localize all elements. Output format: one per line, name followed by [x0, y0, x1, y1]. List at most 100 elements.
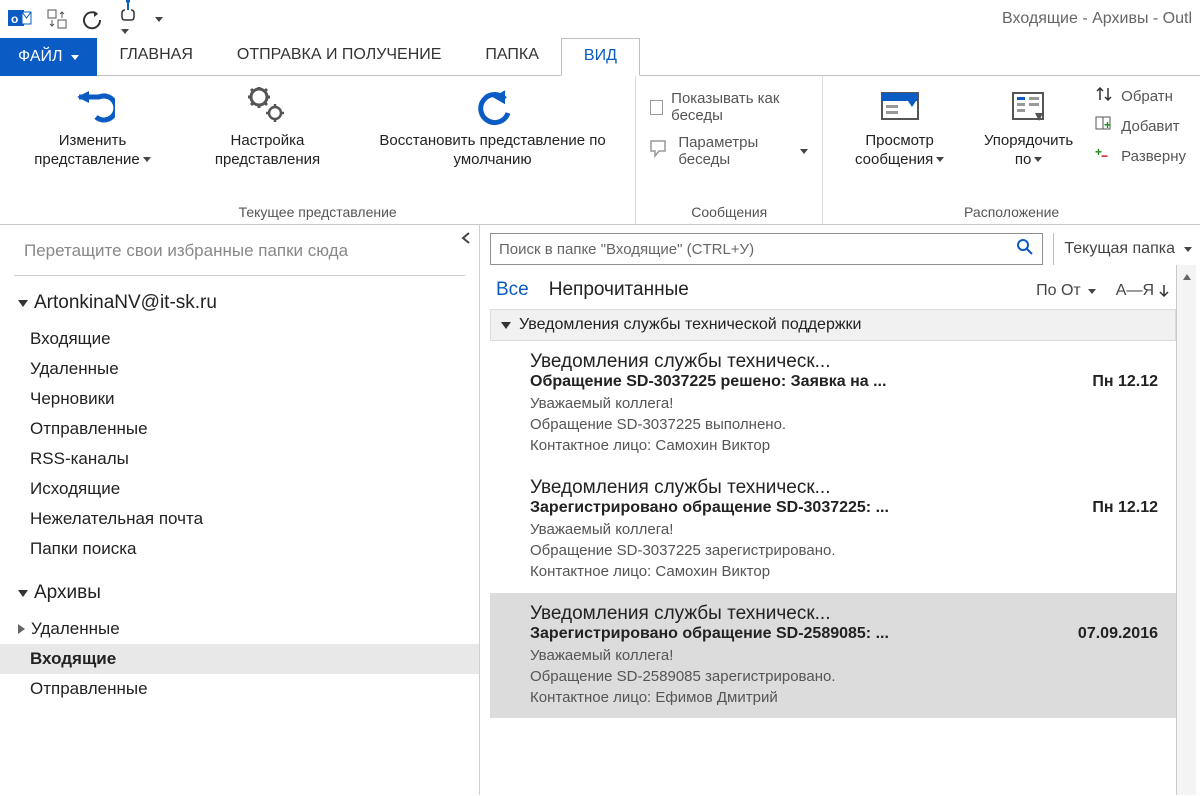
- tab-view[interactable]: ВИД: [561, 38, 640, 76]
- chevron-down-icon: [800, 149, 808, 154]
- add-columns-icon: +: [1095, 116, 1113, 136]
- add-columns-button[interactable]: + Добавит: [1095, 116, 1186, 136]
- ribbon: Изменить представление Настройка предста…: [0, 75, 1200, 225]
- message-preview: Уважаемый коллега! Обращение SD-2589085 …: [530, 645, 1158, 708]
- change-view-label: Изменить представление: [14, 132, 171, 170]
- search-placeholder: Поиск в папке "Входящие" (CTRL+У): [499, 241, 1008, 258]
- ribbon-tabs: ФАЙЛ ГЛАВНАЯ ОТПРАВКА И ПОЛУЧЕНИЕ ПАПКА …: [0, 38, 1200, 76]
- svg-text:o: o: [11, 12, 18, 26]
- folder-sent[interactable]: Отправленные: [0, 414, 479, 444]
- checkbox-icon: [650, 100, 663, 115]
- message-item[interactable]: Уведомления службы техническ... Обращени…: [490, 341, 1176, 467]
- send-receive-icon[interactable]: [46, 8, 68, 30]
- reset-view-button[interactable]: Восстановить представление по умолчанию: [364, 84, 621, 170]
- change-view-button[interactable]: Изменить представление: [14, 84, 171, 170]
- qat-customize-icon[interactable]: [152, 10, 163, 27]
- folder-rss[interactable]: RSS-каналы: [0, 444, 479, 474]
- archive-folder-deleted[interactable]: Удаленные: [0, 614, 479, 644]
- expand-collapse-label: Разверну: [1121, 148, 1186, 165]
- arrow-down-icon: [1158, 284, 1170, 298]
- chevron-down-icon: [1184, 247, 1192, 252]
- account-header[interactable]: ArtonkinaNV@it-sk.ru: [0, 286, 479, 324]
- scroll-up-icon[interactable]: [1179, 269, 1195, 285]
- sort-by-from[interactable]: По От: [1036, 282, 1096, 300]
- folder-inbox[interactable]: Входящие: [0, 324, 479, 354]
- filter-unread[interactable]: Непрочитанные: [549, 279, 689, 301]
- tab-folder[interactable]: ПАПКА: [463, 38, 560, 76]
- sort-by-from-label: По От: [1036, 282, 1081, 300]
- search-input[interactable]: Поиск в папке "Входящие" (CTRL+У): [490, 233, 1043, 265]
- tab-home[interactable]: ГЛАВНАЯ: [97, 38, 214, 76]
- folder-drafts[interactable]: Черновики: [0, 384, 479, 414]
- folder-outbox[interactable]: Исходящие: [0, 474, 479, 504]
- message-item[interactable]: Уведомления службы техническ... Зарегист…: [490, 593, 1176, 719]
- reverse-sort-button[interactable]: Обратн: [1095, 86, 1186, 106]
- reverse-sort-label: Обратн: [1121, 88, 1173, 105]
- expand-collapse-button[interactable]: +− Разверну: [1095, 146, 1186, 166]
- group-current-view: Изменить представление Настройка предста…: [0, 76, 636, 224]
- reset-view-icon: [471, 84, 515, 130]
- archive-folder-sent[interactable]: Отправленные: [0, 674, 479, 704]
- arrange-by-button[interactable]: Упорядочить по: [982, 84, 1075, 170]
- window-title: Входящие - Архивы - Outl: [1002, 10, 1192, 28]
- search-icon[interactable]: [1016, 238, 1034, 260]
- add-columns-label: Добавит: [1121, 118, 1179, 135]
- message-group-label: Уведомления службы технической поддержки: [519, 316, 861, 334]
- folder-junk[interactable]: Нежелательная почта: [0, 504, 479, 534]
- archive-folder-deleted-label: Удаленные: [31, 619, 120, 639]
- message-item[interactable]: Уведомления службы техническ... Зарегист…: [490, 467, 1176, 593]
- message-preview-button[interactable]: Просмотр сообщения: [837, 84, 962, 170]
- arrange-by-label: Упорядочить по: [982, 132, 1075, 170]
- group-arrangement-label: Расположение: [964, 202, 1059, 224]
- folder-deleted[interactable]: Удаленные: [0, 354, 479, 384]
- chevron-down-icon: [18, 590, 28, 597]
- message-subject: Обращение SD-3037225 решено: Заявка на .…: [530, 373, 1080, 391]
- chevron-down-icon: [501, 322, 511, 329]
- group-messages-label: Сообщения: [691, 202, 767, 224]
- group-arrangement: Просмотр сообщения Упорядочить по Обратн…: [823, 76, 1200, 224]
- archives-header[interactable]: Архивы: [0, 564, 479, 614]
- message-preview-label: Просмотр сообщения: [837, 132, 962, 170]
- show-as-conversations-checkbox[interactable]: Показывать как беседы: [650, 90, 808, 124]
- folder-search[interactable]: Папки поиска: [0, 534, 479, 564]
- chevron-down-icon: [1034, 157, 1042, 162]
- scrollbar[interactable]: [1176, 265, 1196, 795]
- touch-mode-icon[interactable]: [118, 0, 138, 39]
- chevron-down-icon: [1088, 289, 1096, 294]
- body: Перетащите свои избранные папки сюда Art…: [0, 225, 1200, 795]
- message-from: Уведомления службы техническ...: [530, 477, 1158, 499]
- outlook-icon: o: [8, 8, 32, 30]
- reverse-sort-icon: [1095, 86, 1113, 106]
- group-messages: Показывать как беседы Параметры беседы С…: [636, 76, 823, 224]
- reset-view-label: Восстановить представление по умолчанию: [364, 132, 621, 170]
- search-bar: Поиск в папке "Входящие" (CTRL+У) Текуща…: [490, 233, 1196, 265]
- undo-icon[interactable]: [82, 8, 104, 30]
- conversation-settings-button[interactable]: Параметры беседы: [650, 134, 808, 168]
- search-scope-label: Текущая папка: [1064, 240, 1175, 258]
- chevron-down-icon: [936, 157, 944, 162]
- divider: [14, 275, 465, 276]
- search-scope-dropdown[interactable]: Текущая папка: [1064, 233, 1196, 265]
- view-settings-label: Настройка представления: [191, 132, 344, 170]
- message-subject: Зарегистрировано обращение SD-3037225: .…: [530, 499, 1080, 517]
- tab-file[interactable]: ФАЙЛ: [0, 38, 97, 76]
- account-email: ArtonkinaNV@it-sk.ru: [34, 292, 217, 314]
- quick-access-toolbar: o Входящие - Архивы - Outl: [0, 0, 1200, 38]
- favorites-hint: Перетащите свои избранные папки сюда: [0, 231, 479, 275]
- collapse-pane-icon[interactable]: [459, 231, 473, 249]
- message-date: Пн 12.12: [1092, 373, 1158, 391]
- message-from: Уведомления службы техническ...: [530, 351, 1158, 373]
- archive-folder-inbox[interactable]: Входящие: [0, 644, 479, 674]
- tab-send-receive[interactable]: ОТПРАВКА И ПОЛУЧЕНИЕ: [215, 38, 464, 76]
- gear-icon: [245, 84, 289, 130]
- sort-az[interactable]: А—Я: [1116, 282, 1170, 300]
- filter-all[interactable]: Все: [496, 279, 529, 301]
- message-date: 07.09.2016: [1078, 625, 1158, 643]
- folder-pane: Перетащите свои избранные папки сюда Art…: [0, 225, 480, 795]
- message-subject: Зарегистрировано обращение SD-2589085: .…: [530, 625, 1066, 643]
- expand-collapse-icon: +−: [1095, 146, 1113, 166]
- chevron-down-icon: [143, 157, 151, 162]
- view-settings-button[interactable]: Настройка представления: [191, 84, 344, 170]
- change-view-icon: [71, 84, 115, 130]
- message-group-header[interactable]: Уведомления службы технической поддержки: [490, 309, 1176, 341]
